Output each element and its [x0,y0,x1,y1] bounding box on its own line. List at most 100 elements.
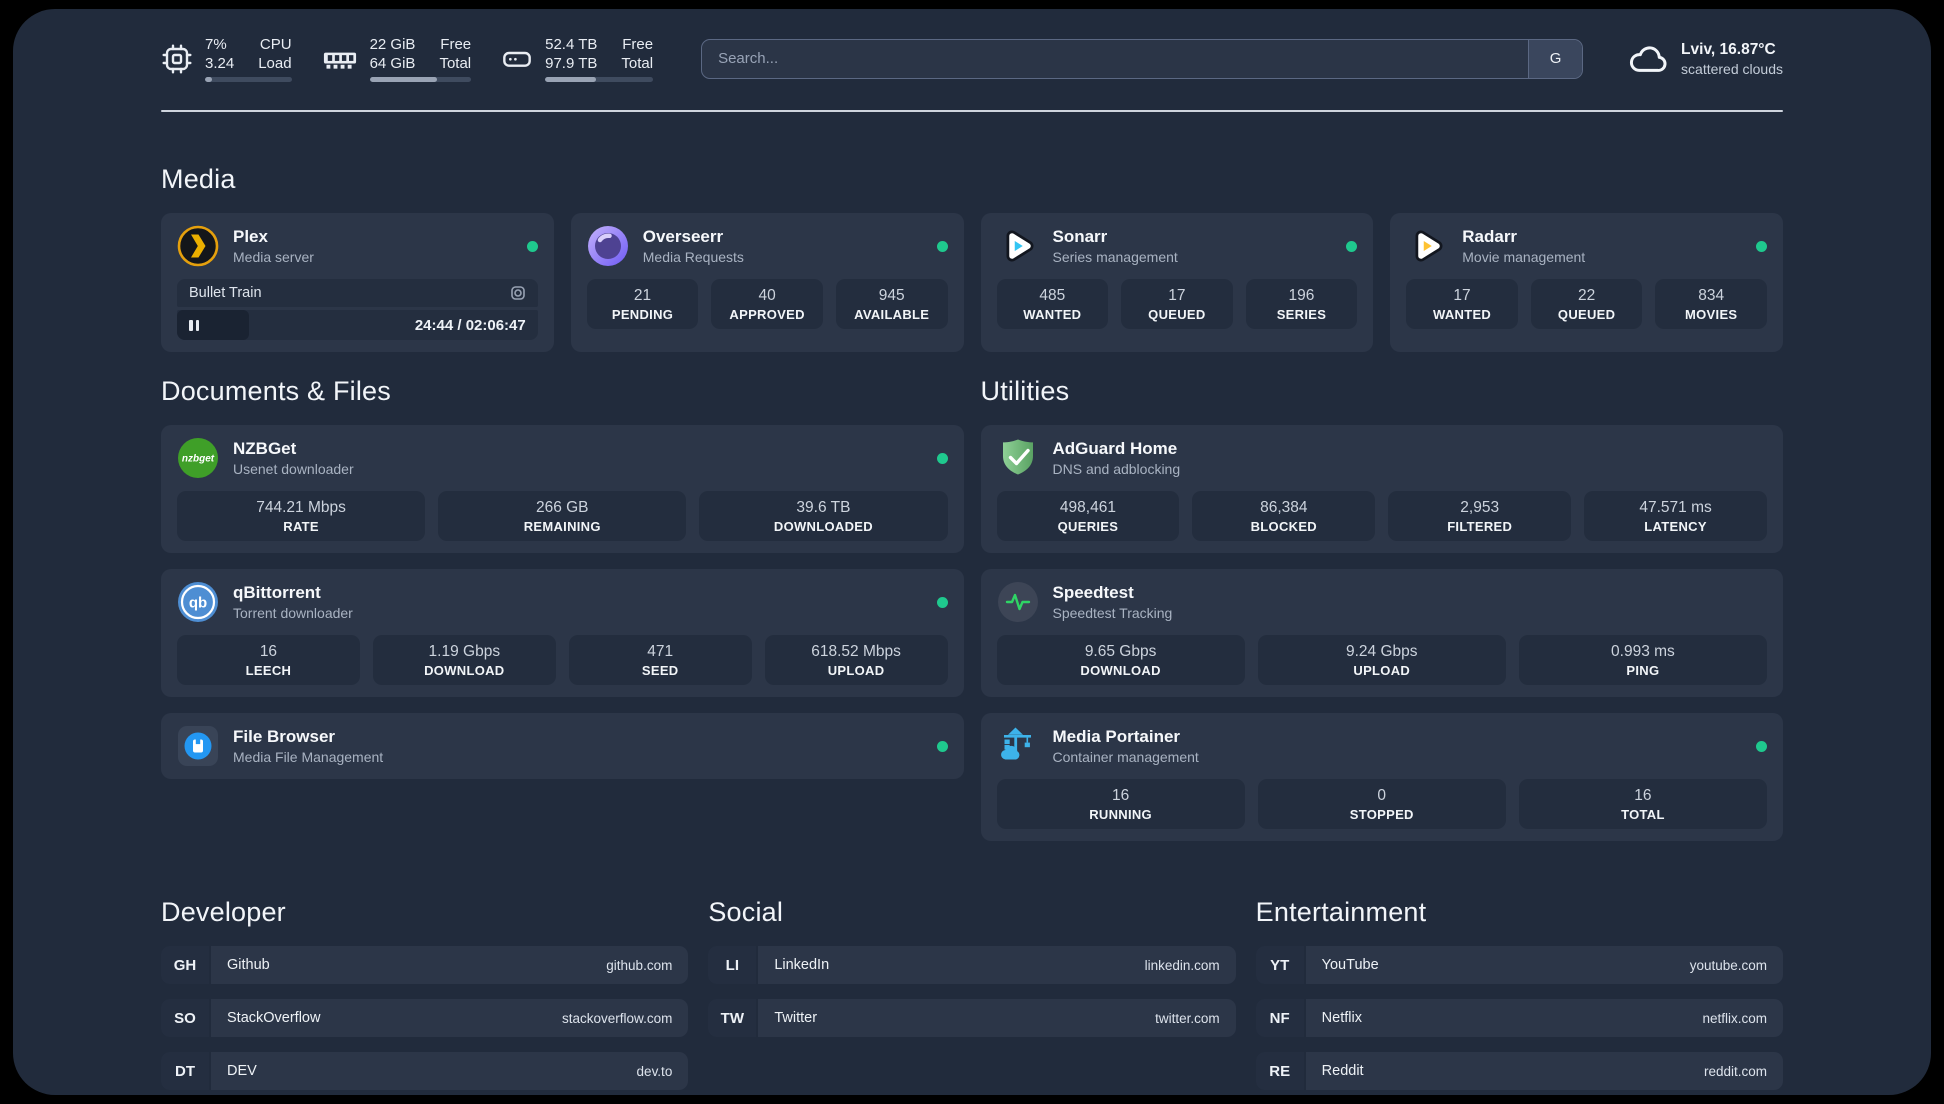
service-desc: DNS and adblocking [1052,461,1181,477]
memory-free-label: Free [440,36,472,53]
service-desc: Usenet downloader [233,461,354,477]
stat-value: 86,384 [1260,499,1308,516]
card-sonarr[interactable]: Sonarr Series management 485 WANTED 17 Q… [980,213,1374,352]
sonarr-icon [1006,230,1033,262]
section-title-documents: Documents & Files [161,376,391,406]
stat-box: 945 AVAILABLE [835,279,948,329]
adguard-icon [1002,439,1033,475]
service-name: NZBGet [233,439,297,458]
stat-label: BLOCKED [1250,519,1317,534]
bookmark-twitter[interactable]: TW Twitter twitter.com [708,999,1236,1037]
search-bar: G [701,38,1584,79]
media-card-grid: Plex Media server Bullet Train 24:44 / 0… [161,213,1783,352]
card-filebrowser[interactable]: File Browser Media File Management [161,713,964,779]
card-radarr[interactable]: Radarr Movie management 17 WANTED 22 QUE… [1390,213,1783,352]
card-plex[interactable]: Plex Media server Bullet Train 24:44 / 0… [161,213,554,352]
portainer-icon [1000,727,1031,760]
bookmark-github[interactable]: GH Github github.com [161,946,689,984]
bookmark-reddit[interactable]: RE Reddit reddit.com [1255,1052,1783,1090]
search-input[interactable] [702,39,1529,78]
bookmark-abbr: GH [161,946,209,984]
stat-box: 16 LEECH [177,635,360,685]
stat-value: 471 [647,643,674,660]
disk-free-value: 52.4 TB [545,36,598,53]
status-dot [936,452,948,464]
stat-value: 744.21 Mbps [256,499,346,516]
stat-box: 16 TOTAL [1518,779,1767,829]
bookmark-netflix[interactable]: NF Netflix netflix.com [1255,999,1783,1037]
stat-label: FILTERED [1447,519,1513,534]
bookmark-stackoverflow[interactable]: SO StackOverflow stackoverflow.com [161,999,689,1037]
stat-box: 47.571 ms LATENCY [1584,491,1767,541]
stat-label: SERIES [1276,307,1327,322]
cpu-progress-fill [205,77,212,82]
bookmark-url: github.com [606,957,673,973]
service-desc: Media Requests [642,249,744,265]
weather-condition: scattered clouds [1681,60,1783,77]
stat-label: MOVIES [1685,307,1738,322]
now-playing-time: 24:44 / 02:06:47 [414,316,526,334]
stat-label: WANTED [1023,307,1082,322]
bookmark-dev[interactable]: DT DEV dev.to [161,1052,689,1090]
service-name: Plex [233,227,268,246]
stat-box: 17 WANTED [1406,279,1518,329]
stat-label: QUERIES [1057,519,1119,534]
stat-label: UPLOAD [827,663,885,678]
filebrowser-icon [178,726,218,766]
disk-widget: 52.4 TB Free 97.9 TB Total [501,35,654,82]
stat-value: 1.19 Gbps [428,643,501,660]
memory-total-label: Total [439,55,472,72]
stat-box: 0 STOPPED [1257,779,1506,829]
radarr-icon [1415,230,1443,262]
card-nzbget[interactable]: nzbget NZBGet Usenet downloader 744.21 M… [161,425,964,553]
stat-box: 86,384 BLOCKED [1192,491,1376,541]
bookmark-youtube[interactable]: YT YouTube youtube.com [1255,946,1783,984]
stat-box: 22 QUEUED [1530,279,1643,329]
stat-value: 16 [1634,787,1652,804]
stat-value: 196 [1288,287,1315,304]
video-icon [510,285,526,301]
stat-label: SEED [641,663,679,678]
plex-icon [177,225,219,267]
stat-label: LATENCY [1644,519,1707,534]
status-dot [936,240,948,252]
stat-value: 40 [758,287,776,304]
bookmark-name: Github [227,957,270,973]
cpu-progress-track [205,77,292,82]
memory-free-value: 22 GiB [369,36,416,53]
service-desc: Torrent downloader [233,605,353,621]
card-speedtest[interactable]: Speedtest Speedtest Tracking 9.65 Gbps D… [980,569,1783,697]
weather-widget: Lviv, 16.87°C scattered clouds [1627,38,1783,80]
card-portainer[interactable]: Media Portainer Container management 16 … [980,713,1783,841]
card-qbittorrent[interactable]: qb qBittorrent Torrent downloader 16 LEE… [161,569,964,697]
stat-value: 9.65 Gbps [1084,643,1157,660]
cpu-load-label: Load [258,55,292,72]
stat-value: 17 [1453,287,1471,304]
stat-label: PENDING [611,307,674,322]
service-desc: Series management [1052,249,1178,265]
bookmark-url: twitter.com [1155,1010,1220,1026]
stat-label: DOWNLOAD [1080,663,1161,678]
bookmark-linkedin[interactable]: LI LinkedIn linkedin.com [708,946,1236,984]
stat-value: 39.6 TB [796,499,851,516]
stat-box: 618.52 Mbps UPLOAD [764,635,948,685]
stat-value: 17 [1168,287,1186,304]
stat-label: APPROVED [729,307,805,322]
bookmark-name: StackOverflow [227,1010,321,1026]
stat-box: 196 SERIES [1245,279,1358,329]
stat-label: LEECH [245,663,292,678]
stat-value: 834 [1698,287,1725,304]
bookmark-name: LinkedIn [774,957,830,973]
stat-value: 22 [1577,287,1596,304]
search-provider-button[interactable]: G [1528,39,1583,78]
card-adguard[interactable]: AdGuard Home DNS and adblocking 498,461 … [980,425,1783,553]
disk-progress-fill [545,77,596,82]
stat-label: TOTAL [1621,807,1665,822]
stat-label: WANTED [1432,307,1492,322]
bookmark-name: Reddit [1321,1063,1364,1079]
cpu-usage-value: 7% [205,36,227,53]
stat-box: 39.6 TB DOWNLOADED [699,491,948,541]
stat-box: 40 APPROVED [711,279,823,329]
bookmark-url: youtube.com [1689,957,1767,973]
card-overseerr[interactable]: Overseerr Media Requests 21 PENDING 40 A… [570,213,964,352]
